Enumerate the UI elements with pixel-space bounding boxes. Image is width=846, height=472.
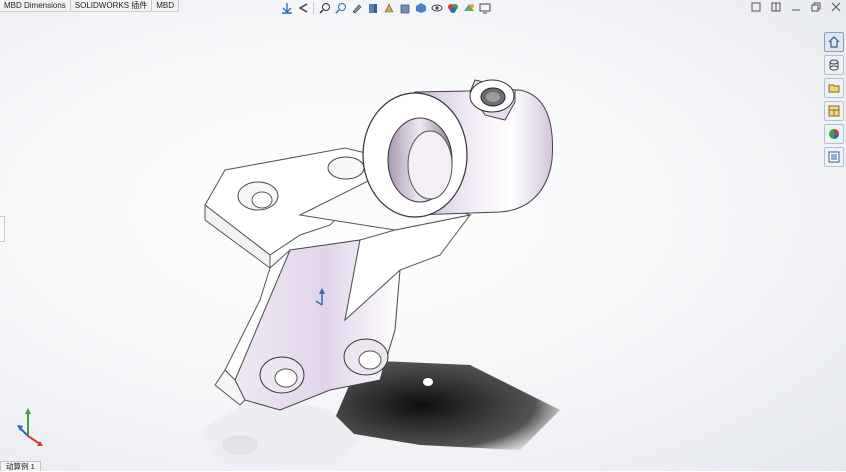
appearances-icon[interactable] bbox=[824, 124, 844, 144]
section-view-icon[interactable] bbox=[334, 1, 347, 15]
task-pane-tabs bbox=[824, 32, 844, 167]
home-icon[interactable] bbox=[824, 32, 844, 52]
monitor-icon[interactable] bbox=[478, 1, 491, 15]
hide-show-items-icon[interactable] bbox=[398, 1, 411, 15]
zoom-to-fit-icon[interactable] bbox=[280, 1, 293, 15]
apply-scene-dropdown-icon[interactable] bbox=[462, 1, 475, 15]
tab-motion-study-1[interactable]: 动算例 1 bbox=[0, 461, 41, 471]
close-icon[interactable] bbox=[830, 1, 842, 13]
window-controls bbox=[750, 1, 842, 13]
tab-solidworks-addins[interactable]: SOLIDWORKS 插件 bbox=[71, 0, 153, 11]
tile-vertical-icon[interactable] bbox=[770, 1, 782, 13]
view-settings-icon[interactable] bbox=[446, 1, 459, 15]
parts-library-icon[interactable] bbox=[824, 55, 844, 75]
edit-appearance-icon[interactable] bbox=[414, 1, 427, 15]
toolbar-separator bbox=[313, 2, 314, 14]
heads-up-view-toolbar bbox=[280, 0, 491, 16]
view-orientation-icon[interactable] bbox=[366, 1, 379, 15]
minimize-icon[interactable] bbox=[790, 1, 802, 13]
dynamic-annotation-icon[interactable] bbox=[350, 1, 363, 15]
zoom-to-area-icon[interactable] bbox=[296, 1, 309, 15]
flange-hole-right bbox=[327, 156, 365, 180]
graphics-area[interactable]: MBD Dimensions SOLIDWORKS 插件 MBD 动算例 1 bbox=[0, 0, 846, 471]
command-manager-tabs: MBD Dimensions SOLIDWORKS 插件 MBD bbox=[0, 0, 180, 12]
reference-triad bbox=[17, 408, 43, 446]
restore-icon[interactable] bbox=[810, 1, 822, 13]
apply-scene-icon[interactable] bbox=[430, 1, 443, 15]
custom-properties-icon[interactable] bbox=[824, 147, 844, 167]
shadow-hole bbox=[423, 378, 433, 386]
part-model[interactable] bbox=[0, 0, 846, 471]
tab-mbd-dimensions[interactable]: MBD Dimensions bbox=[0, 0, 71, 11]
file-explorer-icon[interactable] bbox=[824, 78, 844, 98]
bottom-tabs: 动算例 1 bbox=[0, 461, 41, 471]
display-style-icon[interactable] bbox=[382, 1, 395, 15]
previous-view-icon[interactable] bbox=[318, 1, 331, 15]
tab-mbd[interactable]: MBD bbox=[152, 0, 180, 11]
tile-horizontal-icon[interactable] bbox=[750, 1, 762, 13]
feature-manager-collapse-handle[interactable] bbox=[0, 216, 5, 242]
view-palette-icon[interactable] bbox=[824, 101, 844, 121]
